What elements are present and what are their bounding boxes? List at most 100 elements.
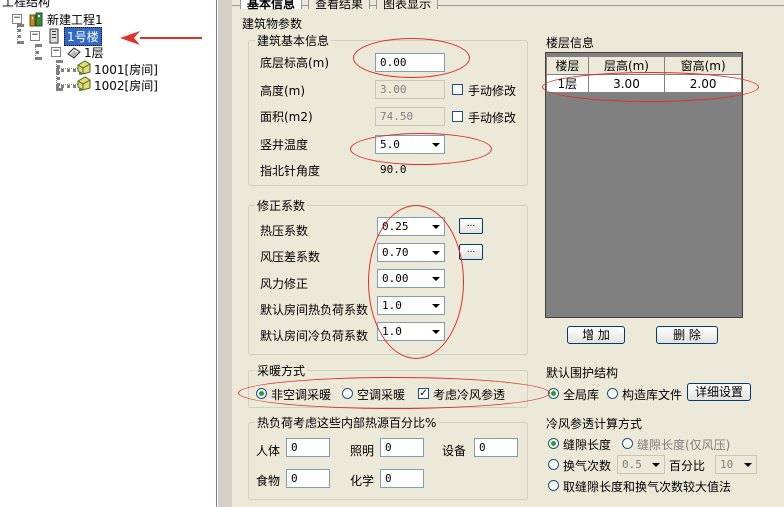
chevron-down-icon (428, 323, 444, 340)
annotation-arrow (120, 31, 202, 45)
area-label: 面积(m2) (260, 110, 313, 124)
tree-node-project[interactable]: 新建工程1 (47, 11, 103, 28)
tree-node-room[interactable]: 1002[房间] (94, 77, 158, 94)
infiltration-calc-title: 冷风参透计算方式 (546, 417, 643, 431)
light-label: 照明 (350, 444, 375, 458)
chevron-down-icon (740, 456, 756, 473)
correction-label: 风压差系数 (260, 250, 321, 264)
tab-basic-info[interactable]: 基本信息 (240, 0, 303, 11)
gap-length-radio[interactable] (548, 438, 559, 449)
gap-length-label: 缝隙长度 (563, 438, 612, 452)
bottom-elev-input[interactable]: 0.00 (375, 53, 445, 72)
equip-label: 设备 (442, 444, 467, 458)
room-icon (76, 75, 92, 94)
panel-splitter[interactable] (217, 0, 232, 507)
ac-heating-radio[interactable] (342, 388, 353, 399)
basic-info-title: 建筑基本信息 (255, 32, 332, 49)
add-floor-button[interactable]: 增 加 (567, 326, 625, 344)
light-input[interactable]: 0 (380, 438, 424, 457)
air-change-label: 换气次数 (563, 459, 612, 473)
chevron-down-icon (428, 244, 444, 261)
construction-file-radio[interactable] (607, 388, 618, 399)
percent-select[interactable]: 10 (715, 455, 757, 474)
detail-settings-button[interactable]: 详细设置 (687, 383, 751, 401)
chevron-down-icon (428, 218, 444, 235)
people-label: 人体 (256, 444, 281, 458)
global-lib-label: 全局库 (563, 388, 600, 402)
equip-input[interactable]: 0 (474, 438, 518, 457)
chevron-down-icon (428, 136, 444, 153)
floor-cell[interactable]: 1层 (546, 74, 589, 93)
window-height-cell[interactable]: 2.00 (664, 74, 742, 93)
shaft-temp-label: 竖井温度 (260, 138, 309, 152)
floor-table-header: 窗高(m) (664, 56, 742, 75)
area-manual-checkbox[interactable] (452, 111, 463, 122)
project-tree[interactable]: 工程结构 − 新建工程1 − 1号楼 − 1层 1001[房间] 1002[房间… (0, 0, 217, 507)
table-row[interactable]: 1层 3.00 2.00 (546, 74, 742, 93)
global-lib-radio[interactable] (548, 388, 559, 399)
non-ac-heating-label: 非空调采暖 (271, 388, 332, 402)
max-method-label: 取缝隙长度和换气次数较大值法 (563, 480, 732, 494)
floor-height-cell[interactable]: 3.00 (587, 74, 666, 93)
height-input: 3.00 (375, 80, 445, 99)
infiltration-label: 考虑冷风参透 (433, 388, 506, 402)
building-icon (47, 28, 61, 47)
percent-label: 百分比 (669, 459, 706, 473)
shaft-temp-select[interactable]: 5.0 (375, 135, 445, 154)
air-change-select[interactable]: 0.5 (617, 455, 665, 474)
wind-press-ellipsis-button[interactable]: ... (459, 244, 483, 260)
food-input[interactable]: 0 (286, 469, 330, 488)
hot-press-ellipsis-button[interactable]: ... (459, 218, 483, 234)
tab-view-results[interactable]: 查看结果 (308, 0, 371, 11)
chevron-down-icon (428, 270, 444, 287)
height-manual-label: 手动修改 (468, 84, 517, 98)
area-input: 74.50 (375, 107, 445, 126)
correction-select[interactable]: 1.0 (377, 322, 445, 341)
north-angle-label: 指北针角度 (260, 164, 321, 178)
tab-chart-display[interactable]: 图表显示 (376, 0, 439, 11)
construction-file-label: 构造库文件 (622, 388, 683, 402)
heat-sources-title: 热负荷考虑这些内部热源百分比% (255, 414, 439, 431)
floor-info-title: 楼层信息 (546, 36, 595, 50)
delete-floor-button[interactable]: 删 除 (656, 326, 718, 344)
gap-length-wind-label: 缝隙长度(仅风压) (637, 438, 731, 452)
food-label: 食物 (256, 474, 281, 488)
project-icon (28, 11, 44, 30)
height-manual-checkbox[interactable] (452, 84, 463, 95)
floor-collapse-toggle[interactable]: − (51, 47, 61, 57)
building-params-title: 建筑物参数 (242, 17, 303, 31)
chevron-down-icon (648, 456, 664, 473)
bottom-elev-label: 底层标高(m) (260, 56, 330, 70)
air-change-radio[interactable] (548, 459, 559, 470)
correction-select[interactable]: 0.70 (377, 243, 445, 262)
gap-length-wind-radio[interactable] (622, 438, 633, 449)
chem-input[interactable]: 0 (380, 469, 424, 488)
height-label: 高度(m) (260, 84, 306, 98)
tree-panel-title: 工程结构 (2, 0, 51, 9)
correction-label: 风力修正 (260, 277, 309, 291)
correction-title: 修正系数 (255, 197, 308, 214)
tree-node-room[interactable]: 1001[房间] (94, 61, 158, 78)
non-ac-heating-radio[interactable] (256, 388, 267, 399)
building-collapse-toggle[interactable]: − (30, 31, 40, 41)
heat-sources-group: 热负荷考虑这些内部热源百分比% (248, 414, 528, 500)
area-manual-label: 手动修改 (468, 111, 517, 125)
right-panel: 基本信息 查看结果 图表显示 建筑物参数 建筑基本信息 底层标高(m) 0.00… (232, 0, 784, 507)
root-collapse-toggle[interactable]: − (12, 14, 22, 24)
chem-label: 化学 (350, 474, 375, 488)
people-input[interactable]: 0 (286, 438, 330, 457)
correction-select[interactable]: 0.00 (377, 269, 445, 288)
correction-select[interactable]: 1.0 (377, 296, 445, 315)
infiltration-checkbox[interactable]: ✓ (418, 388, 429, 399)
correction-label: 热压系数 (260, 224, 309, 238)
floor-table-header: 楼层 (546, 56, 589, 75)
north-angle-input[interactable]: 90.0 (375, 160, 445, 179)
envelope-title: 默认围护结构 (546, 366, 619, 380)
correction-label: 默认房间热负荷系数 (260, 303, 369, 317)
correction-select[interactable]: 0.25 (377, 217, 445, 236)
correction-label: 默认房间冷负荷系数 (260, 329, 369, 343)
chevron-down-icon (428, 297, 444, 314)
floor-table-header: 层高(m) (587, 56, 666, 75)
max-method-radio[interactable] (548, 480, 559, 491)
heating-mode-title: 采暖方式 (255, 362, 308, 379)
